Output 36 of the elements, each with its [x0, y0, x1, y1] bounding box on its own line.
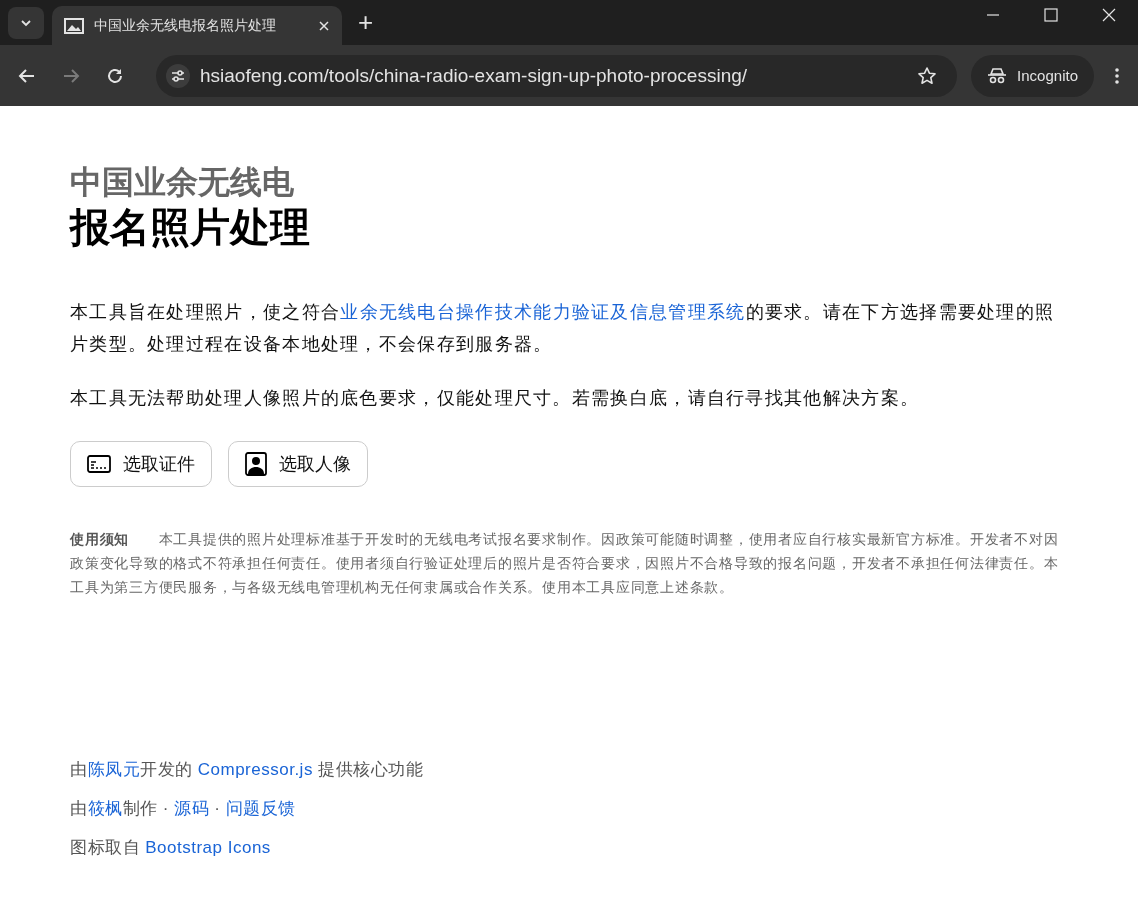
page-subtitle: 中国业余无线电 — [70, 164, 295, 200]
page-title: 报名照片处理 — [70, 204, 311, 251]
close-tab-icon[interactable] — [318, 19, 330, 32]
tab-search-button[interactable] — [8, 6, 44, 39]
system-link[interactable]: 业余无线电台操作技术能力验证及信息管理系统 — [340, 302, 746, 322]
footer-link[interactable]: Bootstrap Icons — [145, 838, 271, 857]
id-card-icon — [87, 454, 111, 474]
footer-link[interactable]: 问题反馈 — [225, 799, 296, 818]
footer-line: 图标取自 Bootstrap Icons — [70, 837, 272, 859]
footer-link[interactable]: 陈凤元 — [87, 760, 140, 779]
incognito-button[interactable]: Incognito — [971, 54, 1094, 97]
url-text: hsiaofeng.com/tools/china-radio-exam-sign-up-photo-processing/ — [200, 64, 749, 87]
person-icon — [245, 452, 267, 476]
select-photo-button[interactable]: 选取证件 — [70, 441, 212, 487]
forward-icon[interactable] — [62, 66, 80, 85]
site-settings-icon[interactable] — [166, 63, 190, 88]
new-tab-button[interactable]: + — [350, 7, 382, 38]
reload-icon[interactable] — [106, 66, 124, 85]
footer-line: 由陈凤元开发的 Compressor.js 提供核心功能 — [70, 759, 425, 781]
intro-paragraph: 本工具旨在处理照片，使之符合业余无线电台操作技术能力验证及信息管理系统的要求。请在下方选择需要处理的照片类型。处理过程在设备本地处理，不会保存到服务器。 — [70, 301, 1056, 356]
footer-link[interactable]: Compressor.js — [197, 760, 313, 779]
footer-line: 由筱枫制作 · 源码 · 问题反馈 — [70, 798, 297, 820]
note-paragraph: 本工具无法帮助处理人像照片的底色要求，仅能处理尺寸。若需换白底，请自行寻找其他解决方案。 — [70, 387, 921, 410]
footer-link[interactable]: 源码 — [174, 799, 210, 818]
star-icon[interactable] — [917, 65, 938, 86]
close-icon[interactable] — [1102, 8, 1116, 22]
select-photo-button[interactable]: 选取人像 — [228, 441, 368, 487]
maximize-icon[interactable] — [1044, 8, 1058, 22]
incognito-icon — [987, 67, 1008, 84]
back-icon[interactable] — [18, 66, 36, 85]
address-bar[interactable]: hsiaofeng.com/tools/china-radio-exam-sign-up-photo-processing/ — [156, 54, 958, 97]
browser-tab[interactable]: 中国业余无线电报名照片处理 — [52, 6, 342, 45]
image-icon — [64, 17, 84, 34]
footer-link[interactable]: 筱枫 — [87, 799, 123, 818]
menu-icon[interactable] — [1114, 66, 1120, 85]
notice-paragraph: 使用须知 本工具提供的照片处理标准基于开发时的无线电考试报名要求制作。因政策可能随时调整，使用者应自行核实最新官方标准。开发者不对因政策变化导致的格式不符承担任何责任。使用者须自行验证处理后的照片是否符合要求，因照片不合格导致的报名问题，开发者不承担任何法律责任。本工具为第三方便民服务，与各级无线电管理机构无任何隶属或合作关系。使用本工具应同意上述条款。 — [70, 530, 1060, 597]
